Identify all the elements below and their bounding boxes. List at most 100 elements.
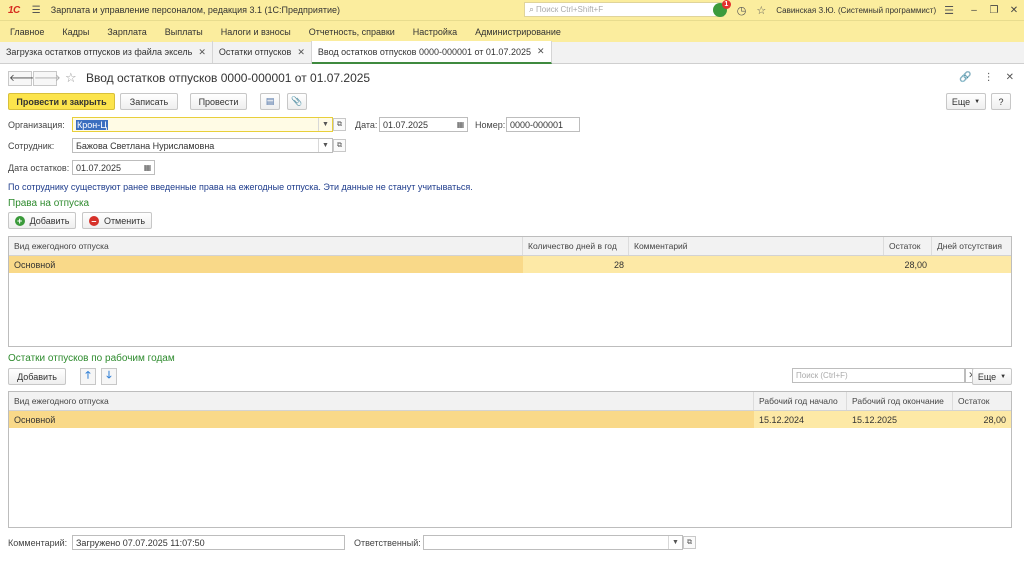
col-vacation-type[interactable]: Вид ежегодного отпуска xyxy=(9,392,754,410)
search-icon: ⌕ xyxy=(529,4,535,14)
move-up-icon[interactable]: 🡑 xyxy=(80,368,96,385)
app-logo[interactable]: 1С xyxy=(8,5,20,16)
settings-menu-icon[interactable]: ☰ xyxy=(944,4,954,17)
open-tabs: Загрузка остатков отпусков из файла эксе… xyxy=(0,41,1024,64)
open-employee-icon[interactable]: ⧉ xyxy=(333,139,346,152)
employee-field[interactable]: Бажова Светлана Нурисламовна ▼ xyxy=(72,138,333,153)
more-button[interactable]: Еще ▼ xyxy=(946,93,986,110)
attach-file-icon[interactable]: 📎 xyxy=(287,93,307,110)
tab-vacation-balances[interactable]: Остатки отпусков ✕ xyxy=(213,41,312,63)
years-section-title: Остатки отпусков по рабочим годам xyxy=(8,353,175,364)
post-and-close-button[interactable]: Провести и закрыть xyxy=(8,93,115,110)
balance-date-label: Дата остатков: xyxy=(8,163,70,173)
hamburger-menu-icon[interactable]: ☰ xyxy=(32,5,41,16)
table-more-button[interactable]: Еще ▼ xyxy=(972,368,1012,385)
cell-start[interactable]: 15.12.2024 xyxy=(754,411,847,428)
menu-main[interactable]: Главное xyxy=(0,27,53,37)
rights-table[interactable]: Вид ежегодного отпуска Количество дней в… xyxy=(8,236,1012,347)
more-vertical-icon[interactable]: ⋮ xyxy=(984,72,994,83)
chevron-down-icon[interactable]: ▼ xyxy=(318,118,332,131)
cell-balance[interactable]: 28,00 xyxy=(884,256,932,273)
col-year-start[interactable]: Рабочий год начало xyxy=(754,392,847,410)
close-icon[interactable]: ✕ xyxy=(1004,5,1024,16)
close-form-icon[interactable]: ✕ xyxy=(1006,72,1014,83)
global-search-input[interactable]: ⌕ Поиск Ctrl+Shift+F xyxy=(524,2,724,17)
col-absence-days[interactable]: Дней отсутствия xyxy=(932,237,1011,255)
link-icon[interactable]: 🔗 xyxy=(959,72,971,83)
tab-import-excel[interactable]: Загрузка остатков отпусков из файла эксе… xyxy=(0,41,213,63)
menu-payments[interactable]: Выплаты xyxy=(156,27,212,37)
add-year-button[interactable]: Добавить xyxy=(8,368,66,385)
col-year-end[interactable]: Рабочий год окончание xyxy=(847,392,953,410)
employee-label: Сотрудник: xyxy=(8,141,55,151)
cell-end[interactable]: 15.12.2025 xyxy=(847,411,953,428)
save-button[interactable]: Записать xyxy=(120,93,178,110)
col-balance[interactable]: Остаток xyxy=(884,237,932,255)
col-balance[interactable]: Остаток xyxy=(953,392,1011,410)
close-tab-icon[interactable]: ✕ xyxy=(198,47,206,58)
menu-settings[interactable]: Настройка xyxy=(404,27,466,37)
title-bar: 1С ☰ Зарплата и управление персоналом, р… xyxy=(0,0,1024,20)
cell-days[interactable]: 28 xyxy=(523,256,629,273)
table-row[interactable]: Основной 15.12.2024 15.12.2025 28,00 xyxy=(9,411,1011,428)
chevron-down-icon[interactable]: ▼ xyxy=(318,139,332,152)
menu-taxes[interactable]: Налоги и взносы xyxy=(212,27,300,37)
organization-label: Организация: xyxy=(8,120,65,130)
add-right-button[interactable]: + Добавить xyxy=(8,212,76,229)
cell-balance[interactable]: 28,00 xyxy=(953,411,1011,428)
favorites-star-icon[interactable]: ☆ xyxy=(756,4,766,17)
calendar-icon[interactable]: ▦ xyxy=(142,162,153,173)
calendar-icon[interactable]: ▦ xyxy=(455,119,466,130)
minimize-icon[interactable]: – xyxy=(964,5,984,16)
forward-button[interactable]: 🡒 xyxy=(33,71,61,86)
number-label: Номер: xyxy=(475,120,506,130)
restore-icon[interactable]: ❐ xyxy=(984,5,1004,16)
notifications-icon[interactable]: 1 xyxy=(712,0,731,17)
years-table[interactable]: Вид ежегодного отпуска Рабочий год начал… xyxy=(8,391,1012,528)
main-menu: Главное Кадры Зарплата Выплаты Налоги и … xyxy=(0,20,1024,42)
col-days-per-year[interactable]: Количество дней в год xyxy=(523,237,629,255)
post-button[interactable]: Провести xyxy=(190,93,247,110)
date-label: Дата: xyxy=(355,120,378,130)
info-message: По сотруднику существуют ранее введенные… xyxy=(8,182,473,192)
rights-section-title: Права на отпуска xyxy=(8,198,90,209)
move-down-icon[interactable]: 🡓 xyxy=(101,368,117,385)
col-comment[interactable]: Комментарий xyxy=(629,237,884,255)
help-button[interactable]: ? xyxy=(991,93,1011,110)
back-button[interactable]: 🡐 xyxy=(8,71,36,86)
number-field[interactable]: 0000-000001 xyxy=(506,117,580,132)
tab-document[interactable]: Ввод остатков отпусков 0000-000001 от 01… xyxy=(311,41,552,64)
page-title: Ввод остатков отпусков 0000-000001 от 01… xyxy=(86,71,371,85)
close-tab-icon[interactable]: ✕ xyxy=(297,47,305,58)
table-search-input[interactable]: Поиск (Ctrl+F) ✕ xyxy=(792,368,979,383)
open-organization-icon[interactable]: ⧉ xyxy=(333,118,346,131)
print-report-icon[interactable]: ▤ xyxy=(260,93,280,110)
balance-date-field[interactable]: 01.07.2025 ▦ xyxy=(72,160,155,175)
favorite-star-icon[interactable]: ☆ xyxy=(65,70,77,86)
close-tab-icon[interactable]: ✕ xyxy=(537,46,545,57)
responsible-label: Ответственный: xyxy=(354,538,421,548)
comment-label: Комментарий: xyxy=(8,538,68,548)
menu-admin[interactable]: Администрирование xyxy=(466,27,570,37)
comment-field[interactable]: Загружено 07.07.2025 11:07:50 xyxy=(72,535,345,550)
cell-type[interactable]: Основной xyxy=(9,411,754,428)
open-responsible-icon[interactable]: ⧉ xyxy=(683,536,696,549)
history-icon[interactable]: ◷ xyxy=(737,4,747,17)
chevron-down-icon[interactable]: ▼ xyxy=(668,536,682,549)
col-vacation-type[interactable]: Вид ежегодного отпуска xyxy=(9,237,523,255)
table-row[interactable]: Основной 28 28,00 xyxy=(9,256,1011,273)
menu-reports[interactable]: Отчетность, справки xyxy=(300,27,404,37)
app-title: Зарплата и управление персоналом, редакц… xyxy=(50,5,340,15)
cell-comment[interactable] xyxy=(629,256,884,273)
organization-field[interactable]: Крон-Ц ▼ xyxy=(72,117,333,132)
menu-salary[interactable]: Зарплата xyxy=(98,27,155,37)
cancel-right-button[interactable]: – Отменить xyxy=(82,212,152,229)
minus-icon: – xyxy=(88,215,99,226)
cell-absence[interactable] xyxy=(932,256,1011,273)
responsible-field[interactable]: ▼ xyxy=(423,535,683,550)
date-field[interactable]: 01.07.2025 ▦ xyxy=(379,117,468,132)
notification-badge: 1 xyxy=(721,0,731,9)
menu-hr[interactable]: Кадры xyxy=(53,27,98,37)
cell-type[interactable]: Основной xyxy=(9,256,523,273)
current-user[interactable]: Савинская З.Ю. (Системный программист) xyxy=(776,6,936,15)
